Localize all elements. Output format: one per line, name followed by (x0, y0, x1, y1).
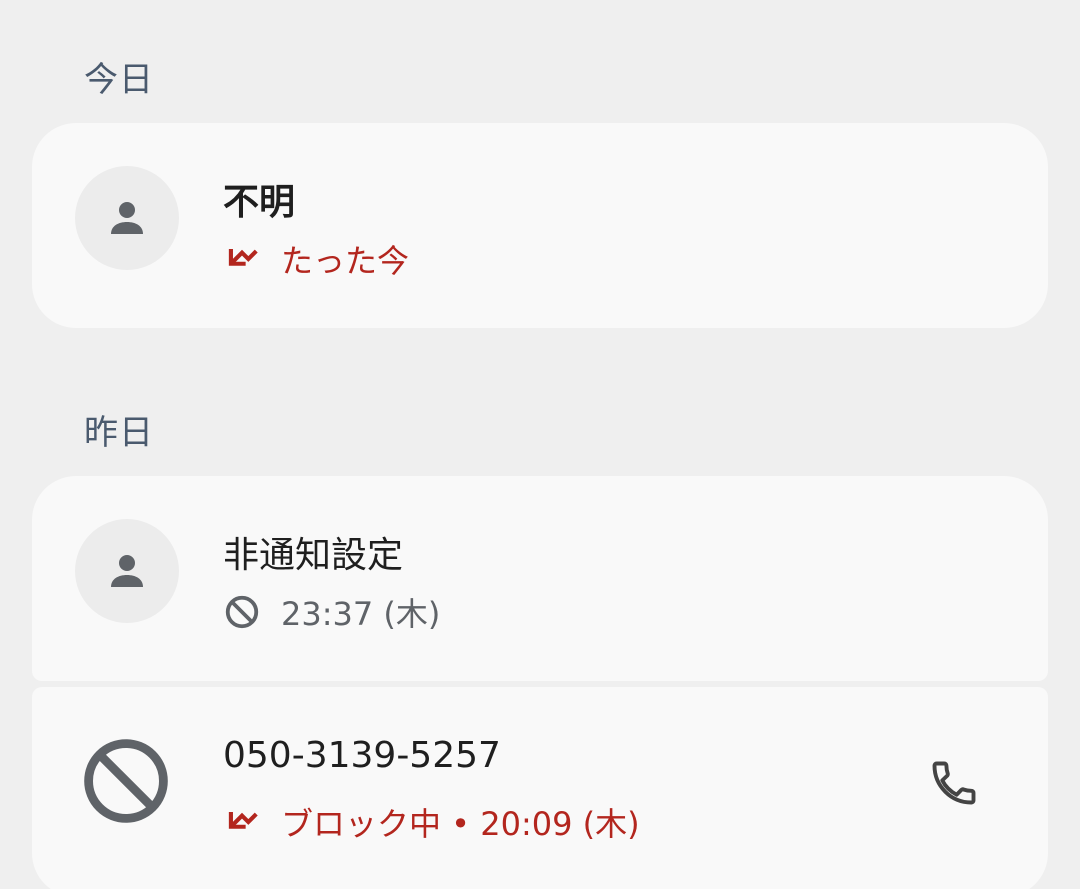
call-status-text: 23:37 (木) (281, 595, 441, 633)
call-status-text: ブロック中 • 20:09 (木) (281, 805, 640, 843)
phone-icon (932, 761, 976, 805)
call-status-text: たった今 (281, 242, 410, 280)
avatar[interactable] (75, 519, 179, 623)
block-icon (225, 595, 259, 629)
call-back-button[interactable] (918, 747, 990, 819)
section-header-yesterday: 昨日 (84, 413, 154, 453)
call-status: たった今 (223, 236, 409, 282)
missed-call-icon (228, 812, 258, 829)
call-log-item[interactable]: 非通知設定 23:37 (木) (32, 476, 1048, 681)
call-log-item[interactable]: 050-3139-5257 ブロック中 • 20:09 (木) (32, 687, 1048, 889)
blocked-avatar-icon (84, 739, 168, 823)
section-header-today: 今日 (84, 60, 154, 100)
caller-number: 050-3139-5257 (223, 735, 501, 776)
call-status: 23:37 (木) (223, 589, 440, 635)
avatar[interactable] (75, 166, 179, 270)
call-status: ブロック中 • 20:09 (木) (223, 799, 640, 845)
call-log-item[interactable]: 不明 たった今 (32, 123, 1048, 328)
person-icon (111, 202, 143, 234)
caller-name: 不明 (223, 182, 296, 223)
person-icon (111, 555, 143, 587)
missed-call-icon (228, 249, 258, 266)
call-history: 今日 不明 たった今 昨日 非通知設定 23:37 (木) 050-3139-5… (0, 0, 1080, 889)
caller-name: 非通知設定 (223, 535, 404, 576)
